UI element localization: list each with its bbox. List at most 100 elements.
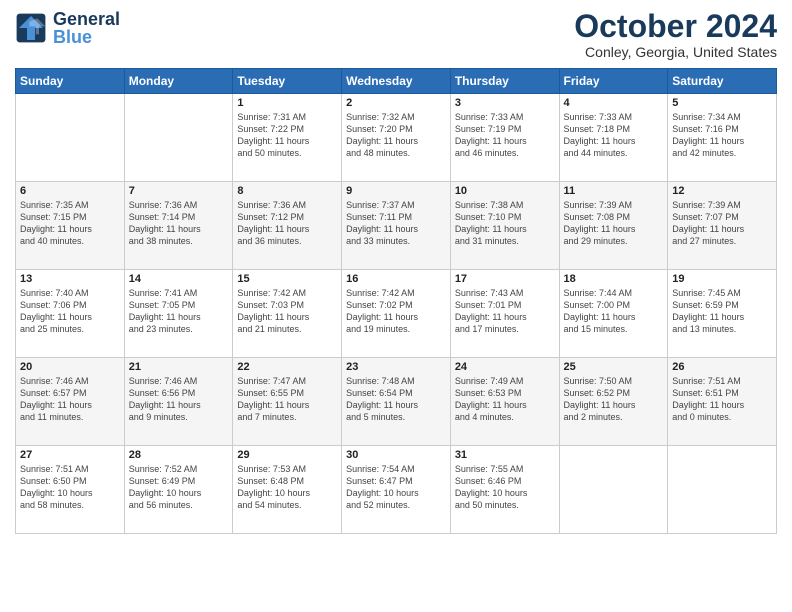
day-number: 6 bbox=[20, 185, 120, 197]
day-info: Sunrise: 7:43 AMSunset: 7:01 PMDaylight:… bbox=[455, 287, 555, 336]
day-number: 9 bbox=[346, 185, 446, 197]
calendar-cell: 6 Sunrise: 7:35 AMSunset: 7:15 PMDaylight… bbox=[16, 182, 125, 270]
header-row: SundayMondayTuesdayWednesdayThursdayFrid… bbox=[16, 69, 777, 94]
day-info: Sunrise: 7:51 AMSunset: 6:51 PMDaylight:… bbox=[672, 375, 772, 424]
calendar-cell: 27 Sunrise: 7:51 AMSunset: 6:50 PMDayligh… bbox=[16, 446, 125, 534]
day-header-friday: Friday bbox=[559, 69, 668, 94]
day-info: Sunrise: 7:47 AMSunset: 6:55 PMDaylight:… bbox=[237, 375, 337, 424]
day-info: Sunrise: 7:35 AMSunset: 7:15 PMDaylight:… bbox=[20, 199, 120, 248]
day-number: 29 bbox=[237, 449, 337, 461]
calendar-cell bbox=[16, 94, 125, 182]
month-title: October 2024 bbox=[574, 10, 777, 42]
calendar-cell: 15 Sunrise: 7:42 AMSunset: 7:03 PMDayligh… bbox=[233, 270, 342, 358]
calendar-cell: 8 Sunrise: 7:36 AMSunset: 7:12 PMDaylight… bbox=[233, 182, 342, 270]
day-number: 8 bbox=[237, 185, 337, 197]
day-info: Sunrise: 7:52 AMSunset: 6:49 PMDaylight:… bbox=[129, 463, 229, 512]
day-info: Sunrise: 7:42 AMSunset: 7:03 PMDaylight:… bbox=[237, 287, 337, 336]
calendar-cell: 23 Sunrise: 7:48 AMSunset: 6:54 PMDayligh… bbox=[342, 358, 451, 446]
week-row-4: 27 Sunrise: 7:51 AMSunset: 6:50 PMDayligh… bbox=[16, 446, 777, 534]
calendar-cell: 11Sunrise: 7:39 AMSunset: 7:08 PMDayligh… bbox=[559, 182, 668, 270]
week-row-2: 13Sunrise: 7:40 AMSunset: 7:06 PMDayligh… bbox=[16, 270, 777, 358]
day-number: 13 bbox=[20, 273, 120, 285]
calendar-table: SundayMondayTuesdayWednesdayThursdayFrid… bbox=[15, 68, 777, 534]
location: Conley, Georgia, United States bbox=[574, 44, 777, 60]
calendar-cell: 16 Sunrise: 7:42 AMSunset: 7:02 PMDayligh… bbox=[342, 270, 451, 358]
day-number: 15 bbox=[237, 273, 337, 285]
title-block: October 2024 Conley, Georgia, United Sta… bbox=[574, 10, 777, 60]
calendar-cell: 21 Sunrise: 7:46 AMSunset: 6:56 PMDayligh… bbox=[124, 358, 233, 446]
day-header-thursday: Thursday bbox=[450, 69, 559, 94]
day-number: 22 bbox=[237, 361, 337, 373]
day-number: 24 bbox=[455, 361, 555, 373]
day-number: 21 bbox=[129, 361, 229, 373]
calendar-cell: 20 Sunrise: 7:46 AMSunset: 6:57 PMDayligh… bbox=[16, 358, 125, 446]
logo-icon bbox=[15, 12, 47, 44]
week-row-1: 6 Sunrise: 7:35 AMSunset: 7:15 PMDaylight… bbox=[16, 182, 777, 270]
calendar-cell: 19Sunrise: 7:45 AMSunset: 6:59 PMDayligh… bbox=[668, 270, 777, 358]
calendar-cell: 7Sunrise: 7:36 AMSunset: 7:14 PMDaylight… bbox=[124, 182, 233, 270]
page: General Blue October 2024 Conley, Georgi… bbox=[0, 0, 792, 612]
day-header-wednesday: Wednesday bbox=[342, 69, 451, 94]
calendar-cell: 5 Sunrise: 7:34 AMSunset: 7:16 PMDaylight… bbox=[668, 94, 777, 182]
day-number: 23 bbox=[346, 361, 446, 373]
calendar-cell bbox=[559, 446, 668, 534]
calendar-cell: 31 Sunrise: 7:55 AMSunset: 6:46 PMDayligh… bbox=[450, 446, 559, 534]
day-info: Sunrise: 7:44 AMSunset: 7:00 PMDaylight:… bbox=[564, 287, 664, 336]
day-number: 20 bbox=[20, 361, 120, 373]
logo-text: General Blue bbox=[53, 10, 120, 46]
day-info: Sunrise: 7:36 AMSunset: 7:12 PMDaylight:… bbox=[237, 199, 337, 248]
day-info: Sunrise: 7:31 AMSunset: 7:22 PMDaylight:… bbox=[237, 111, 337, 160]
calendar-cell: 25Sunrise: 7:50 AMSunset: 6:52 PMDayligh… bbox=[559, 358, 668, 446]
calendar-cell: 13Sunrise: 7:40 AMSunset: 7:06 PMDayligh… bbox=[16, 270, 125, 358]
day-number: 25 bbox=[564, 361, 664, 373]
day-info: Sunrise: 7:48 AMSunset: 6:54 PMDaylight:… bbox=[346, 375, 446, 424]
day-info: Sunrise: 7:46 AMSunset: 6:56 PMDaylight:… bbox=[129, 375, 229, 424]
calendar-cell: 29 Sunrise: 7:53 AMSunset: 6:48 PMDayligh… bbox=[233, 446, 342, 534]
day-header-saturday: Saturday bbox=[668, 69, 777, 94]
day-info: Sunrise: 7:33 AMSunset: 7:18 PMDaylight:… bbox=[564, 111, 664, 160]
calendar-cell: 26 Sunrise: 7:51 AMSunset: 6:51 PMDayligh… bbox=[668, 358, 777, 446]
calendar-cell: 28 Sunrise: 7:52 AMSunset: 6:49 PMDayligh… bbox=[124, 446, 233, 534]
day-number: 5 bbox=[672, 97, 772, 109]
day-info: Sunrise: 7:39 AMSunset: 7:07 PMDaylight:… bbox=[672, 199, 772, 248]
day-number: 26 bbox=[672, 361, 772, 373]
day-number: 27 bbox=[20, 449, 120, 461]
day-number: 14 bbox=[129, 273, 229, 285]
week-row-0: 1Sunrise: 7:31 AMSunset: 7:22 PMDaylight… bbox=[16, 94, 777, 182]
day-number: 30 bbox=[346, 449, 446, 461]
day-number: 4 bbox=[564, 97, 664, 109]
day-info: Sunrise: 7:41 AMSunset: 7:05 PMDaylight:… bbox=[129, 287, 229, 336]
day-number: 31 bbox=[455, 449, 555, 461]
calendar-cell: 18Sunrise: 7:44 AMSunset: 7:00 PMDayligh… bbox=[559, 270, 668, 358]
day-number: 3 bbox=[455, 97, 555, 109]
calendar-cell bbox=[668, 446, 777, 534]
day-info: Sunrise: 7:46 AMSunset: 6:57 PMDaylight:… bbox=[20, 375, 120, 424]
calendar-cell: 3Sunrise: 7:33 AMSunset: 7:19 PMDaylight… bbox=[450, 94, 559, 182]
day-info: Sunrise: 7:34 AMSunset: 7:16 PMDaylight:… bbox=[672, 111, 772, 160]
calendar-cell: 24Sunrise: 7:49 AMSunset: 6:53 PMDayligh… bbox=[450, 358, 559, 446]
day-info: Sunrise: 7:51 AMSunset: 6:50 PMDaylight:… bbox=[20, 463, 120, 512]
calendar-cell: 17 Sunrise: 7:43 AMSunset: 7:01 PMDayligh… bbox=[450, 270, 559, 358]
day-info: Sunrise: 7:55 AMSunset: 6:46 PMDaylight:… bbox=[455, 463, 555, 512]
logo: General Blue bbox=[15, 10, 120, 46]
calendar-cell: 2Sunrise: 7:32 AMSunset: 7:20 PMDaylight… bbox=[342, 94, 451, 182]
week-row-3: 20 Sunrise: 7:46 AMSunset: 6:57 PMDayligh… bbox=[16, 358, 777, 446]
calendar-body: 1Sunrise: 7:31 AMSunset: 7:22 PMDaylight… bbox=[16, 94, 777, 534]
calendar-cell bbox=[124, 94, 233, 182]
calendar-cell: 30Sunrise: 7:54 AMSunset: 6:47 PMDayligh… bbox=[342, 446, 451, 534]
day-info: Sunrise: 7:36 AMSunset: 7:14 PMDaylight:… bbox=[129, 199, 229, 248]
day-info: Sunrise: 7:39 AMSunset: 7:08 PMDaylight:… bbox=[564, 199, 664, 248]
day-header-sunday: Sunday bbox=[16, 69, 125, 94]
calendar-cell: 10Sunrise: 7:38 AMSunset: 7:10 PMDayligh… bbox=[450, 182, 559, 270]
day-info: Sunrise: 7:53 AMSunset: 6:48 PMDaylight:… bbox=[237, 463, 337, 512]
day-number: 16 bbox=[346, 273, 446, 285]
day-number: 2 bbox=[346, 97, 446, 109]
day-number: 28 bbox=[129, 449, 229, 461]
day-number: 17 bbox=[455, 273, 555, 285]
calendar-cell: 14 Sunrise: 7:41 AMSunset: 7:05 PMDayligh… bbox=[124, 270, 233, 358]
calendar-header: SundayMondayTuesdayWednesdayThursdayFrid… bbox=[16, 69, 777, 94]
day-header-tuesday: Tuesday bbox=[233, 69, 342, 94]
day-info: Sunrise: 7:42 AMSunset: 7:02 PMDaylight:… bbox=[346, 287, 446, 336]
day-number: 19 bbox=[672, 273, 772, 285]
calendar-cell: 12Sunrise: 7:39 AMSunset: 7:07 PMDayligh… bbox=[668, 182, 777, 270]
